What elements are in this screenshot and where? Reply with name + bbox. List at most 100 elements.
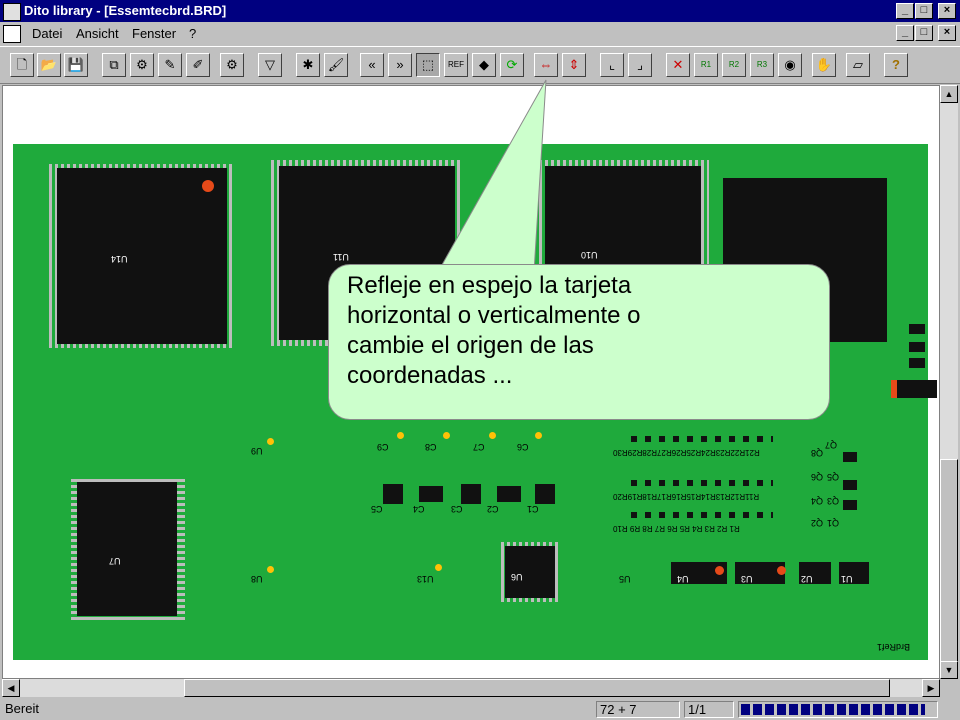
horizontal-scroll-thumb[interactable] — [184, 679, 890, 697]
ref1-icon[interactable]: R1 — [694, 53, 718, 77]
resistor-row-2[interactable] — [631, 480, 773, 486]
edit-pad-icon[interactable]: ✐ — [186, 53, 210, 77]
window-title: Dito library - [Essemtecbrd.BRD] — [24, 3, 227, 18]
next-icon[interactable]: » — [388, 53, 412, 77]
q8[interactable] — [843, 452, 857, 462]
settings-icon[interactable]: ⚙ — [220, 53, 244, 77]
origin-icon[interactable]: ⌞ — [600, 53, 624, 77]
rotate-icon[interactable]: ⟳ — [500, 53, 524, 77]
vertical-scroll-thumb[interactable] — [940, 459, 958, 669]
q5[interactable] — [843, 480, 857, 490]
doc-restore-button[interactable]: □ — [915, 25, 933, 41]
pin1-marker — [777, 566, 786, 575]
scroll-right-arrow-icon[interactable]: ▶ — [922, 679, 940, 697]
label-u10: U10 — [581, 250, 598, 260]
origin-move-icon[interactable]: ⌟ — [628, 53, 652, 77]
close-button[interactable]: × — [938, 3, 956, 19]
smd-part[interactable] — [909, 324, 925, 334]
open-folder-icon[interactable]: 📂 — [37, 53, 61, 77]
resistor-row-3[interactable] — [631, 512, 773, 518]
copy-library-icon[interactable]: ⧉ — [102, 53, 126, 77]
page-indicator: 1/1 — [684, 701, 734, 718]
document-icon[interactable] — [3, 25, 21, 43]
select-area-icon[interactable]: ⬚ — [416, 53, 440, 77]
component-icon[interactable]: ⚙ — [130, 53, 154, 77]
dito-app-icon[interactable] — [3, 3, 21, 21]
reference-icon[interactable]: REF — [444, 53, 468, 77]
menu-datei[interactable]: Datei — [32, 26, 62, 41]
chip-u7[interactable] — [77, 482, 177, 616]
doc-minimize-button[interactable]: _ — [896, 25, 914, 41]
label-c2: C2 — [487, 504, 499, 514]
label-u1: U1 — [841, 574, 853, 584]
horizontal-scrollbar[interactable]: ◀ ▶ — [2, 679, 940, 697]
resistor-row-1[interactable] — [631, 436, 773, 442]
pad-c6 — [535, 432, 542, 439]
menu-fenster[interactable]: Fenster — [132, 26, 176, 41]
maximize-button[interactable]: □ — [915, 3, 933, 19]
callout-bubble: Refleje en espejo la tarjeta horizontal … — [328, 264, 830, 420]
doc-close-button[interactable]: × — [938, 25, 956, 41]
mirror-vertical-icon[interactable]: ⇕ — [562, 53, 586, 77]
ref3-icon[interactable]: R3 — [750, 53, 774, 77]
ref2-icon[interactable]: R2 — [722, 53, 746, 77]
tools-icon[interactable]: ✱ — [296, 53, 320, 77]
label-u2: U2 — [801, 574, 813, 584]
mirror-horizontal-icon[interactable]: ⇔ — [534, 53, 558, 77]
edit-component-icon[interactable]: ✎ — [158, 53, 182, 77]
status-bar: Bereit 72 + 7 1/1 — [0, 699, 960, 720]
label-c3: C3 — [451, 504, 463, 514]
title-bar: Dito library - [Essemtecbrd.BRD] _ □ × — [0, 0, 960, 22]
smd-part[interactable] — [909, 342, 925, 352]
chip-u14[interactable] — [57, 168, 227, 344]
label-q2: Q2 — [811, 518, 824, 528]
label-board-ref: BrdRef1 — [877, 642, 911, 652]
progress-fill — [741, 704, 926, 715]
status-text: Bereit — [5, 701, 39, 716]
label-u13: U13 — [417, 574, 434, 584]
ref2-label: R2 — [728, 60, 740, 69]
menu-ansicht[interactable]: Ansicht — [76, 26, 119, 41]
label-u7: U7 — [109, 556, 121, 566]
smd-part[interactable] — [909, 358, 925, 368]
view-icon[interactable]: ◉ — [778, 53, 802, 77]
label-q5: Q5 — [827, 472, 840, 482]
label-c6: C6 — [517, 442, 529, 452]
menu-help[interactable]: ? — [189, 26, 196, 41]
label-q6: Q6 — [811, 472, 824, 482]
scroll-down-arrow-icon[interactable]: ▼ — [940, 661, 958, 679]
hand-icon[interactable]: ✋ — [812, 53, 836, 77]
new-file-icon[interactable]: 🗋 — [10, 53, 34, 77]
brush-icon[interactable]: 🖌 — [324, 53, 348, 77]
label-u9: U9 — [251, 446, 263, 456]
q3[interactable] — [843, 500, 857, 510]
vertical-scrollbar[interactable]: ▲ ▼ — [940, 85, 958, 679]
callout-line-2: horizontal o verticalmente o — [347, 302, 641, 329]
delete-icon[interactable]: ✕ — [666, 53, 690, 77]
previous-icon[interactable]: « — [360, 53, 384, 77]
save-icon[interactable]: 💾 — [64, 53, 88, 77]
help-icon[interactable]: ? — [884, 53, 908, 77]
smd-part-red[interactable] — [891, 380, 937, 398]
pad-u13 — [435, 564, 442, 571]
scroll-up-arrow-icon[interactable]: ▲ — [940, 85, 958, 103]
pad-c7 — [489, 432, 496, 439]
label-q4: Q4 — [811, 496, 824, 506]
minimize-button[interactable]: _ — [896, 3, 914, 19]
cap-c3[interactable] — [461, 484, 481, 504]
cap-c2[interactable] — [497, 486, 521, 502]
scroll-left-arrow-icon[interactable]: ◀ — [2, 679, 20, 697]
eraser-icon[interactable]: ▱ — [846, 53, 870, 77]
label-u3: U3 — [741, 574, 753, 584]
chip-icon[interactable]: ◆ — [472, 53, 496, 77]
cap-c1[interactable] — [535, 484, 555, 504]
pin1-marker — [202, 180, 214, 192]
label-u4: U4 — [677, 574, 689, 584]
label-u5: U5 — [619, 574, 631, 584]
filter-icon[interactable]: ▽ — [258, 53, 282, 77]
cap-c5[interactable] — [383, 484, 403, 504]
cap-c4[interactable] — [419, 486, 443, 502]
label-q1: Q1 — [827, 518, 840, 528]
callout-pointer — [437, 79, 547, 273]
menu-bar: Datei Ansicht Fenster ? _ □ × — [0, 22, 960, 44]
